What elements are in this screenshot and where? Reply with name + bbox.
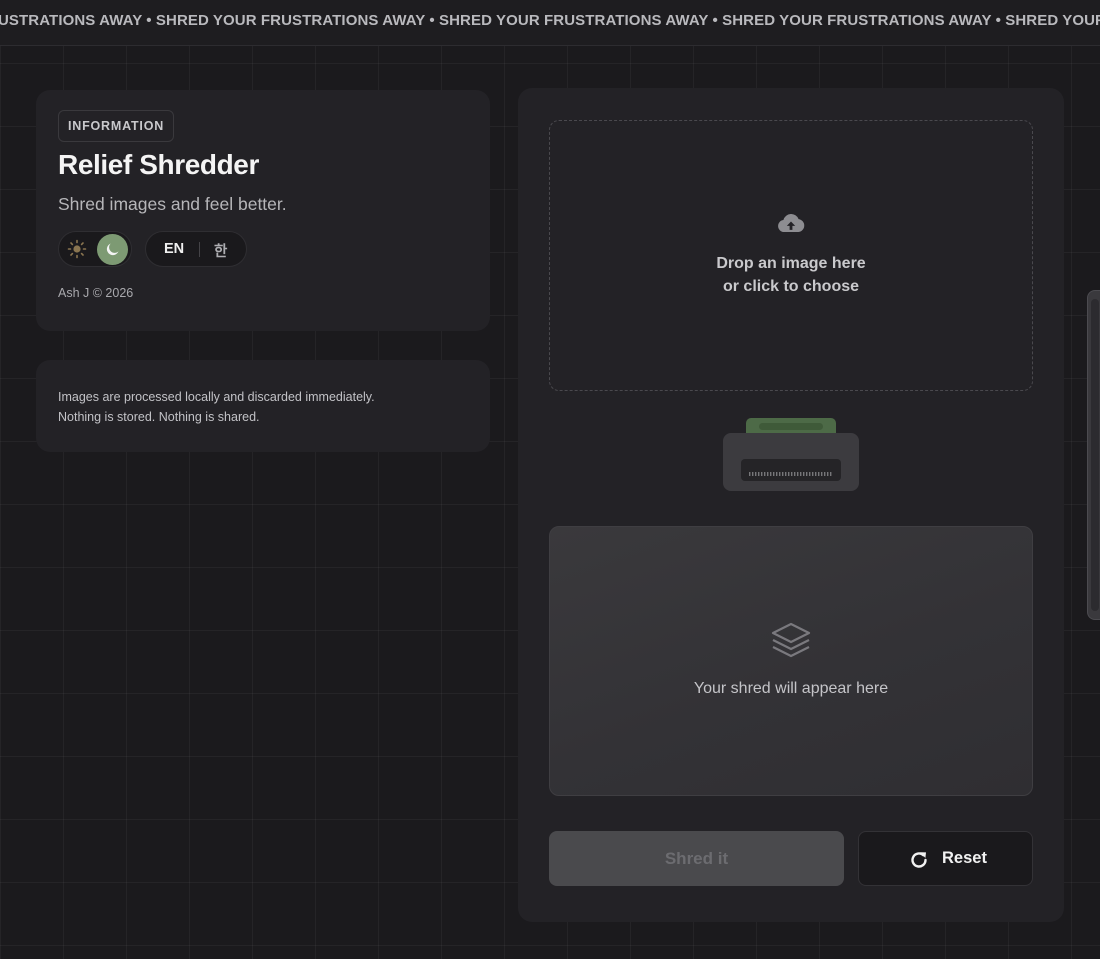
moon-icon [106, 243, 119, 256]
language-ko-option[interactable]: 한 [214, 240, 227, 261]
privacy-notice: Images are processed locally and discard… [58, 387, 375, 427]
privacy-line-1: Images are processed locally and discard… [58, 390, 375, 404]
shredder-illustration [723, 418, 859, 491]
sun-icon[interactable] [67, 239, 87, 259]
language-en-option[interactable]: EN [164, 241, 184, 257]
reset-label: Reset [942, 849, 987, 867]
marquee-banner: USTRATIONS AWAY • SHRED YOUR FRUSTRATION… [0, 0, 1100, 46]
shredder-panel: Drop an image here or click to choose Yo… [518, 88, 1064, 922]
cloud-upload-icon [778, 214, 805, 232]
app-title: Relief Shredder [58, 149, 259, 180]
dropzone-line-1: Drop an image here [716, 255, 866, 272]
scrollbar[interactable] [1087, 290, 1100, 620]
privacy-line-2: Nothing is stored. Nothing is shared. [58, 410, 260, 424]
reset-button[interactable]: Reset [858, 831, 1033, 886]
dark-mode-button[interactable] [97, 234, 128, 265]
information-card: INFORMATION Relief Shredder Shred images… [36, 90, 490, 331]
theme-toggle[interactable] [58, 231, 132, 267]
refresh-icon [911, 852, 927, 868]
dropzone-line-2: or click to choose [722, 278, 860, 295]
privacy-card: Images are processed locally and discard… [36, 360, 490, 452]
image-dropzone[interactable]: Drop an image here or click to choose [549, 120, 1033, 391]
app-subtitle: Shred images and feel better. [58, 194, 287, 214]
shred-output-area: Your shred will appear here [549, 526, 1033, 796]
scrollbar-thumb[interactable] [1091, 299, 1099, 611]
layers-icon [771, 622, 811, 658]
language-toggle[interactable]: EN 한 [145, 231, 247, 267]
output-placeholder: Your shred will appear here [693, 680, 889, 697]
information-badge: INFORMATION [58, 110, 175, 142]
shred-button[interactable]: Shred it [549, 831, 844, 886]
marquee-text: USTRATIONS AWAY • SHRED YOUR FRUSTRATION… [0, 12, 1100, 29]
copyright-text: Ash J © 2026 [58, 286, 134, 300]
language-divider [199, 242, 200, 257]
